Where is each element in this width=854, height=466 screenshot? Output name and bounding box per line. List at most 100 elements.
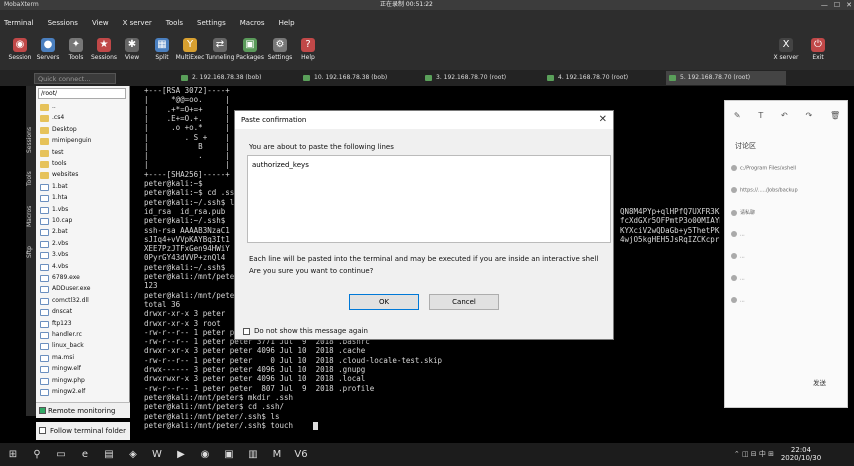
multiexec-icon: Y <box>183 38 197 52</box>
file-list-item[interactable]: 1.hta <box>40 193 68 203</box>
explorer-icon[interactable]: ▤ <box>100 446 118 463</box>
file-list-item[interactable]: 2.vbs <box>40 239 68 249</box>
chat-tab-discussion[interactable]: 讨论区 <box>735 141 756 151</box>
tab-session-4[interactable]: 4. 192.168.78.70 (root) <box>544 71 662 85</box>
file-list-item[interactable]: 4.vbs <box>40 262 68 272</box>
tab-session-10[interactable]: 10. 192.168.78.38 (bob) <box>300 71 418 85</box>
maximize-icon[interactable]: ☐ <box>834 0 840 10</box>
file-list-item[interactable]: comctl32.dll <box>40 296 89 306</box>
follow-folder-checkbox[interactable]: Follow terminal folder <box>36 422 130 440</box>
file-list-item[interactable]: tools <box>40 159 67 169</box>
trash-icon[interactable]: 🗑 <box>830 111 840 127</box>
remote-monitoring-button[interactable]: Remote monitoring <box>36 402 130 418</box>
terminal-line: peter@kali:/mnt/peter/.ssh$ ls <box>144 411 280 421</box>
file-list-item[interactable]: mimipenguin <box>40 136 91 146</box>
tab-session-5[interactable]: 5. 192.168.78.70 (root) <box>666 71 786 85</box>
tab-session-2[interactable]: 2. 192.168.78.38 (bob) <box>178 71 296 85</box>
terminal-line: peter@kali:/mnt/peter <box>144 272 239 281</box>
v6-icon[interactable]: V6 <box>292 446 310 463</box>
file-list-item[interactable]: ADDuser.exe <box>40 284 90 294</box>
file-list-item[interactable]: 1.vbs <box>40 205 68 215</box>
file-list-item[interactable]: mingw.elf <box>40 364 81 374</box>
file-icon[interactable]: ▥ <box>244 446 262 463</box>
store-icon[interactable]: ◈ <box>124 446 142 463</box>
menu-sessions[interactable]: Sessions <box>46 19 80 27</box>
tabs-row: Quick connect... 2. 192.168.78.38 (bob) … <box>0 70 854 86</box>
terminal-line: drwxr-xr-x 3 peter <box>144 309 226 319</box>
file-list-item[interactable]: mingw.php <box>40 376 85 386</box>
task-view-icon[interactable]: ▭ <box>52 446 70 463</box>
side-tab-sftp[interactable]: Sftp <box>26 238 36 266</box>
exit-button[interactable]: ⏻ Exit <box>800 38 836 61</box>
quick-connect-input[interactable]: Quick connect... <box>34 73 116 84</box>
terminal-line: drwxr-xr-x 3 root <box>144 318 221 328</box>
vmware-icon[interactable]: ▣ <box>220 446 238 463</box>
tab-session-3[interactable]: 3. 192.168.78.70 (root) <box>422 71 540 85</box>
menu-tools[interactable]: Tools <box>164 19 185 27</box>
terminal-line: drwx------ 3 peter peter 4096 Jul 10 201… <box>144 365 366 374</box>
file-list-item[interactable]: 6789.exe <box>40 273 80 283</box>
menu-settings[interactable]: Settings <box>195 19 228 27</box>
word-icon[interactable]: W <box>148 446 166 463</box>
dont-show-again-checkbox[interactable]: Do not show this message again <box>243 327 368 335</box>
ok-button[interactable]: OK <box>349 294 419 310</box>
file-list-item[interactable]: mingw2.elf <box>40 387 85 397</box>
undo-icon[interactable]: ↶ <box>781 111 788 127</box>
menu-help[interactable]: Help <box>277 19 297 27</box>
file-list-item[interactable]: dnscat <box>40 307 72 317</box>
terminal-icon[interactable]: ▶ <box>172 446 190 463</box>
menu-terminal[interactable]: Terminal <box>2 19 36 27</box>
cancel-button[interactable]: Cancel <box>429 294 499 310</box>
terminal-line: peter@kali:~$ cd .ssh <box>144 188 239 198</box>
text-icon[interactable]: T <box>758 111 763 127</box>
terminal-line: sJIq4+vVVpKAYBq3It1 <box>144 234 230 244</box>
close-icon[interactable]: ✕ <box>846 0 852 10</box>
terminal-line: | .o +o.* | <box>144 123 230 133</box>
file-list-item[interactable]: 1.bat <box>40 182 68 192</box>
file-icon <box>40 275 49 282</box>
terminal-line: XEE7PzJTFxGen94HWiY <box>144 244 230 254</box>
chat-send-button[interactable]: 发送 <box>813 377 826 387</box>
terminal-line: peter@kali:/mnt/peter$ cd .ssh/ <box>144 402 284 412</box>
menu-xserver[interactable]: X server <box>121 19 154 27</box>
menu-view[interactable]: View <box>90 19 111 27</box>
minimize-icon[interactable]: — <box>821 0 828 10</box>
xserver-button[interactable]: XX server <box>768 38 804 61</box>
terminal-line: 4wjO5kgHEH5JsRqIZCKcprs <box>620 234 720 244</box>
terminal-line: KYXciV2wQDaGb+y5ThetPK/ <box>620 225 720 235</box>
file-list-item[interactable]: ma.msi <box>40 353 74 363</box>
sftp-file-panel: /root/ .. .cs4 Desktop mimipenguin test tools… <box>36 86 130 416</box>
mobaxterm-icon[interactable]: M <box>268 446 286 463</box>
windows-start-icon[interactable]: ⊞ <box>4 446 22 463</box>
side-tab-macros[interactable]: Macros <box>26 198 36 234</box>
edge-icon[interactable]: e <box>76 446 94 463</box>
file-list-item[interactable]: .. <box>40 102 56 112</box>
side-tab-sessions[interactable]: Sessions <box>26 120 36 160</box>
file-list-item[interactable]: websites <box>40 170 78 180</box>
path-input[interactable]: /root/ <box>38 88 126 99</box>
servers-icon: ● <box>41 38 55 52</box>
file-list-item[interactable]: Desktop <box>40 125 77 135</box>
settings-icon: ⚙ <box>273 38 287 52</box>
terminal-line: QN8M4PYp+qlHPfQ7UXFR3Kk <box>620 207 720 216</box>
redo-icon[interactable]: ↷ <box>805 111 812 127</box>
file-list-item[interactable]: ftp123 <box>40 319 72 329</box>
menu-macros[interactable]: Macros <box>238 19 267 27</box>
chrome-icon[interactable]: ◉ <box>196 446 214 463</box>
file-list-item[interactable]: handler.rc <box>40 330 82 340</box>
search-icon[interactable]: ⚲ <box>28 446 46 463</box>
help-button[interactable]: ? Help <box>290 38 326 61</box>
side-tab-tools[interactable]: Tools <box>26 164 36 194</box>
terminal-line: drwxr-xr-x 3 peter peter 4096 Jul 10 201… <box>144 346 366 356</box>
file-list-item[interactable]: 10.cap <box>40 216 72 226</box>
split-icon: ▦ <box>155 38 169 52</box>
file-list-item[interactable]: 3.vbs <box>40 250 68 260</box>
paste-content-textarea[interactable]: authorized_keys <box>247 155 611 243</box>
file-list-item[interactable]: 2.bat <box>40 227 68 237</box>
file-list-item[interactable]: test <box>40 148 64 158</box>
close-icon[interactable]: ✕ <box>599 111 607 129</box>
file-list-item[interactable]: .cs4 <box>40 113 64 123</box>
pen-icon[interactable]: ✎ <box>734 111 741 127</box>
file-list-item[interactable]: linux_back <box>40 341 84 351</box>
taskbar-clock[interactable]: 22:04 2020/10/30 <box>776 446 826 462</box>
